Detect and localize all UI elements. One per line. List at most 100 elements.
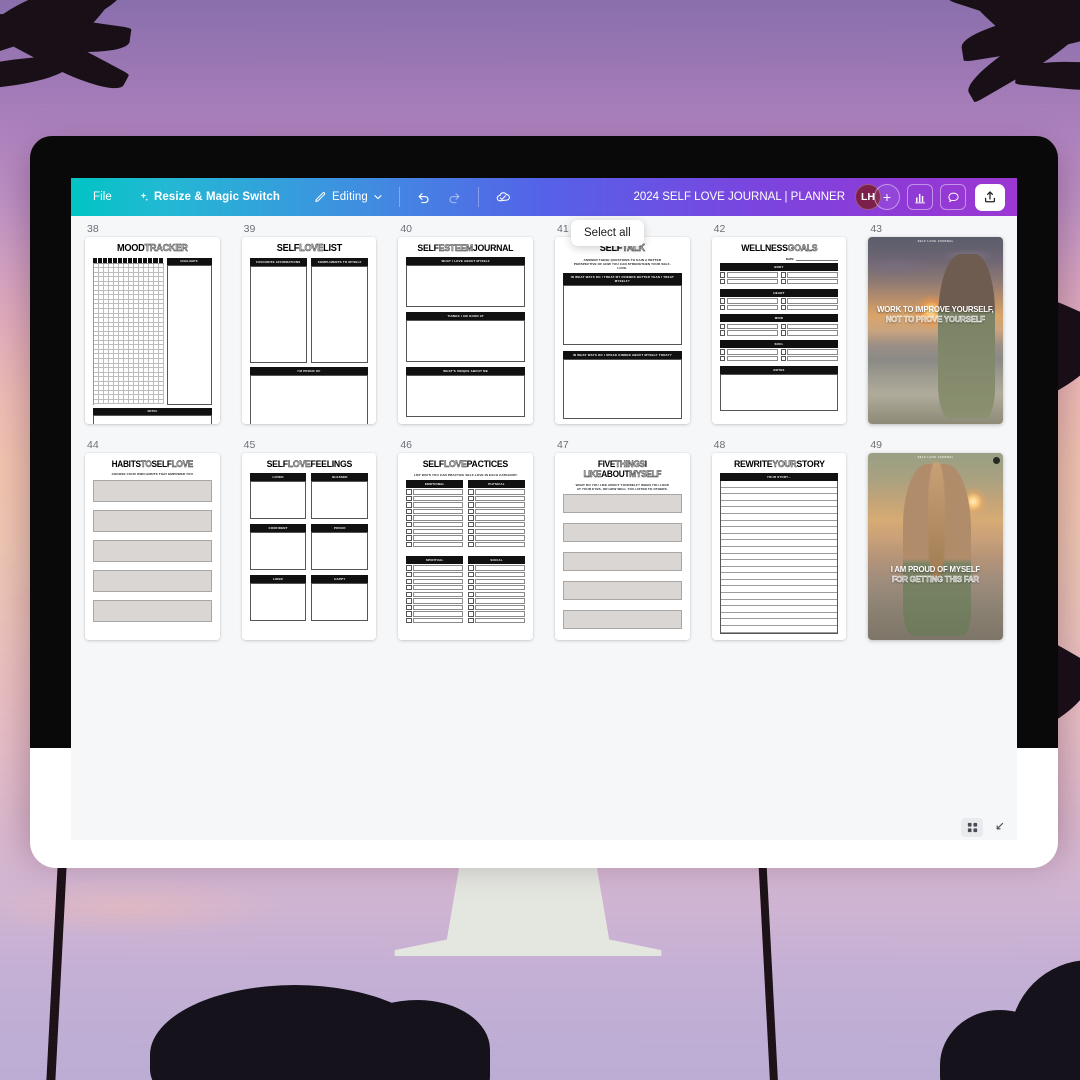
checkbox[interactable] [406, 571, 412, 578]
practice-line[interactable] [413, 541, 464, 548]
highlights-box[interactable] [166, 264, 212, 405]
checkbox[interactable] [406, 565, 412, 571]
practice-line[interactable] [413, 604, 464, 611]
practice-line[interactable] [475, 528, 525, 534]
checkbox[interactable] [719, 272, 726, 278]
practice-line[interactable] [475, 604, 525, 611]
checkbox[interactable] [780, 323, 786, 330]
practice-line[interactable] [413, 611, 464, 617]
practice-line[interactable] [413, 571, 464, 578]
section-input-area[interactable] [406, 319, 525, 362]
checkbox[interactable] [719, 323, 726, 330]
page-thumbnail-rewrite-your-story[interactable]: REWRITEYOURSTORY YOUR STORY... [711, 453, 847, 640]
checkbox[interactable] [719, 279, 726, 285]
practice-line[interactable] [475, 541, 525, 548]
comments-button[interactable] [940, 184, 966, 210]
page-thumbnail-quote-improve-yourself[interactable]: SELF LOVE JOURNAL WORK TO IMPROVE YOURSE… [868, 237, 1003, 424]
goal-line[interactable] [787, 330, 839, 336]
file-menu-button[interactable]: File [85, 187, 120, 207]
answer-input-row[interactable] [563, 610, 682, 630]
checkbox[interactable] [468, 495, 474, 502]
document-title[interactable]: 2024 SELF LOVE JOURNAL | PLANNER [633, 191, 855, 203]
checkbox[interactable] [468, 591, 474, 598]
checkbox[interactable] [406, 578, 412, 584]
feeling-input-area[interactable] [311, 480, 369, 519]
practice-line[interactable] [475, 502, 525, 508]
practice-line[interactable] [413, 578, 464, 584]
feeling-input-area[interactable] [249, 582, 307, 621]
section-input-area[interactable] [311, 265, 369, 363]
insights-button[interactable] [907, 184, 933, 210]
checkbox[interactable] [406, 604, 412, 611]
story-lines[interactable] [719, 480, 839, 634]
checkbox[interactable] [468, 598, 474, 604]
goal-line[interactable] [726, 279, 778, 285]
goal-line[interactable] [787, 356, 839, 362]
page-thumbnail-self-love-list[interactable]: SELFLOVELIST FAVOURITE AFFIRMATIONS COMP… [241, 237, 377, 424]
practice-line[interactable] [475, 591, 525, 598]
feeling-input-area[interactable] [249, 531, 307, 570]
goal-line[interactable] [787, 298, 839, 304]
checkbox[interactable] [719, 349, 726, 355]
goal-line[interactable] [726, 356, 778, 362]
section-input-area[interactable] [249, 374, 369, 424]
checkbox[interactable] [406, 591, 412, 598]
practice-line[interactable] [475, 508, 525, 515]
editing-mode-dropdown[interactable]: Editing [306, 187, 391, 208]
collapse-panel-button[interactable] [991, 819, 1007, 835]
checkbox[interactable] [406, 611, 412, 617]
practice-line[interactable] [413, 522, 464, 528]
checkbox[interactable] [780, 298, 786, 304]
page-thumbnail-five-things-i-like[interactable]: FIVETHINGSI LIKEABOUTMYSELF WHAT DO YOU … [555, 453, 690, 640]
checkbox[interactable] [406, 502, 412, 508]
checkbox[interactable] [468, 571, 474, 578]
checkbox[interactable] [468, 508, 474, 515]
page-thumbnail-self-talk[interactable]: SELFTALK ANSWER THESE QUESTIONS TO GAIN … [555, 237, 690, 424]
checkbox[interactable] [719, 298, 726, 304]
resize-magic-switch-button[interactable]: Resize & Magic Switch [130, 187, 288, 207]
practice-line[interactable] [475, 535, 525, 541]
checkbox[interactable] [468, 585, 474, 591]
goal-line[interactable] [726, 330, 778, 336]
checkbox[interactable] [719, 356, 726, 362]
practice-line[interactable] [413, 617, 464, 624]
redo-button[interactable] [439, 186, 470, 209]
cloud-saved-button[interactable] [487, 185, 520, 210]
feeling-input-area[interactable] [311, 582, 369, 621]
section-input-area[interactable] [406, 374, 525, 417]
page-thumbnail-self-love-feelings[interactable]: SELFLOVEFEELINGS LOVED BLESSED CONFIDENT… [241, 453, 377, 640]
goal-line[interactable] [726, 272, 778, 278]
checkbox[interactable] [406, 535, 412, 541]
checkbox[interactable] [406, 598, 412, 604]
practice-line[interactable] [413, 508, 464, 515]
checkbox[interactable] [468, 535, 474, 541]
checkbox[interactable] [780, 330, 786, 336]
notes-box[interactable] [719, 373, 839, 411]
checkbox[interactable] [406, 515, 412, 521]
checkbox[interactable] [468, 565, 474, 571]
checkbox[interactable] [468, 528, 474, 534]
page-thumbnail-habits-to-self-love[interactable]: HABITSTOSELFLOVE CHOOSE YOUR OWN HABITS … [85, 453, 220, 640]
habit-input-row[interactable] [93, 599, 212, 622]
checkbox[interactable] [468, 578, 474, 584]
answer-input-row[interactable] [563, 523, 682, 543]
practice-line[interactable] [413, 565, 464, 571]
page-thumbnail-quote-proud-of-myself[interactable]: SELF LOVE JOURNAL I AM PROUD OF MYSELF F… [868, 453, 1003, 640]
practice-line[interactable] [413, 502, 464, 508]
checkbox[interactable] [468, 611, 474, 617]
goal-line[interactable] [787, 304, 839, 311]
page-thumbnail-self-love-practices[interactable]: SELFLOVEPACTICES LIST WAYS YOU CAN PRACT… [398, 453, 533, 640]
practice-line[interactable] [413, 528, 464, 534]
checkbox[interactable] [468, 617, 474, 624]
checkbox[interactable] [468, 489, 474, 495]
add-collaborator-button[interactable]: + [874, 184, 900, 210]
checkbox[interactable] [468, 502, 474, 508]
checkbox[interactable] [780, 356, 786, 362]
practice-line[interactable] [475, 598, 525, 604]
habit-input-row[interactable] [93, 509, 212, 532]
practice-line[interactable] [413, 515, 464, 521]
share-button[interactable] [975, 183, 1005, 211]
practice-line[interactable] [413, 591, 464, 598]
checkbox[interactable] [780, 272, 786, 278]
practice-line[interactable] [475, 611, 525, 617]
